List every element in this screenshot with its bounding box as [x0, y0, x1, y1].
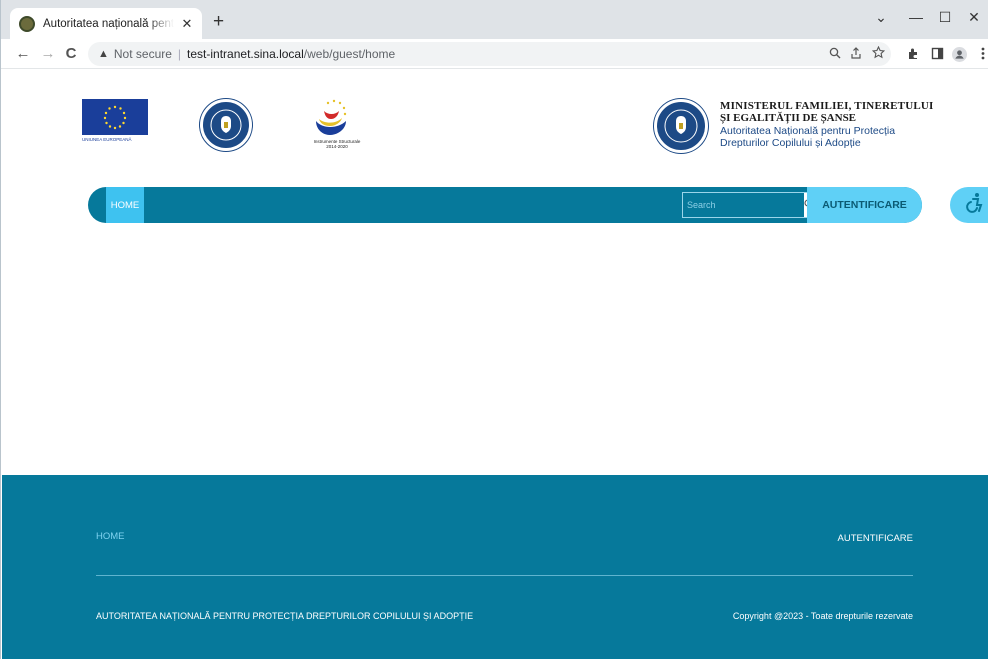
share-icon[interactable] [847, 46, 865, 64]
ministry-name-line2: ȘI EGALITĂȚII DE ȘANSE [720, 112, 857, 124]
side-panel-icon[interactable] [929, 47, 945, 64]
footer-divider [96, 575, 913, 576]
url-host: test-intranet.sina.local [187, 47, 304, 61]
profile-icon[interactable] [951, 47, 967, 66]
tab-close-icon[interactable]: ✕ [180, 16, 194, 32]
browser-window: Autoritatea națională pentru protecția d… [0, 0, 988, 659]
close-window-button[interactable]: ✕ [962, 6, 986, 28]
government-seal-icon [200, 99, 252, 151]
new-tab-button[interactable]: + [213, 12, 224, 32]
footer-copyright: Copyright @2023 - Toate drepturile rezer… [732, 611, 913, 621]
tab-search-chevron-icon[interactable]: ⌄ [869, 6, 893, 28]
tab-title: Autoritatea națională pentru protecția d… [43, 17, 174, 30]
security-label[interactable]: Not secure [114, 47, 172, 61]
back-icon[interactable]: ← [13, 43, 33, 65]
footer-home-link[interactable]: HOME [96, 531, 125, 542]
footer-organization: AUTORITATEA NAȚIONALĂ PENTRU PROTECȚIA D… [96, 611, 474, 621]
browser-tab[interactable]: Autoritatea națională pentru protecția d… [10, 8, 202, 39]
bookmark-star-icon[interactable] [869, 45, 887, 64]
site-favicon-icon [19, 15, 35, 32]
menu-kebab-icon[interactable] [975, 47, 988, 64]
url-path: /web/guest/home [303, 47, 396, 61]
page-footer: HOME AUTENTIFICARE AUTORITATEA NAȚIONALĂ… [2, 475, 988, 659]
address-bar[interactable]: ▲ Not secure | test-intranet.sina.local … [88, 42, 891, 66]
maximize-button[interactable]: ☐ [933, 6, 957, 28]
web-page: UNIUNEA EUROPEANĂ Instrumente Structural… [2, 70, 988, 659]
ministry-title: MINISTERUL FAMILIEI, TINERETULUI ȘI EGAL… [720, 100, 935, 149]
eu-caption: UNIUNEA EUROPEANĂ [82, 137, 132, 142]
forward-icon[interactable]: → [38, 43, 58, 65]
ministry-seal-icon [654, 99, 708, 153]
browser-toolbar: ← → C ▲ Not secure | test-intranet.sina.… [1, 39, 988, 69]
authority-name-line2: Drepturilor Copilului și Adopție [720, 136, 861, 149]
extensions-icon[interactable] [905, 47, 921, 64]
structural-instruments-logo: Instrumente Structurale 2014-2020 [302, 97, 372, 151]
eu-logo: UNIUNEA EUROPEANĂ [82, 99, 150, 147]
main-nav-bar: HOME AUTENTIFICARE [88, 187, 922, 223]
ministry-name-line1: MINISTERUL FAMILIEI, TINERETULUI [720, 100, 934, 112]
login-button[interactable]: AUTENTIFICARE [807, 187, 922, 223]
accessibility-button[interactable] [950, 187, 988, 223]
authority-name-line1: Autoritatea Națională pentru Protecția [720, 125, 896, 137]
footer-login-link[interactable]: AUTENTIFICARE [838, 533, 913, 544]
search-input[interactable] [683, 193, 804, 217]
reload-icon[interactable]: C [61, 43, 81, 65]
minimize-button[interactable]: — [904, 6, 928, 28]
accessibility-icon [962, 192, 984, 219]
separator: | [177, 47, 182, 61]
instr-caption-years: 2014-2020 [326, 144, 348, 149]
search-box [682, 192, 814, 218]
warning-icon[interactable]: ▲ [98, 48, 109, 60]
nav-home-link[interactable]: HOME [106, 187, 144, 223]
tab-bar: Autoritatea națională pentru protecția d… [1, 0, 988, 39]
zoom-icon[interactable] [826, 46, 844, 64]
eu-flag-icon [82, 99, 148, 135]
